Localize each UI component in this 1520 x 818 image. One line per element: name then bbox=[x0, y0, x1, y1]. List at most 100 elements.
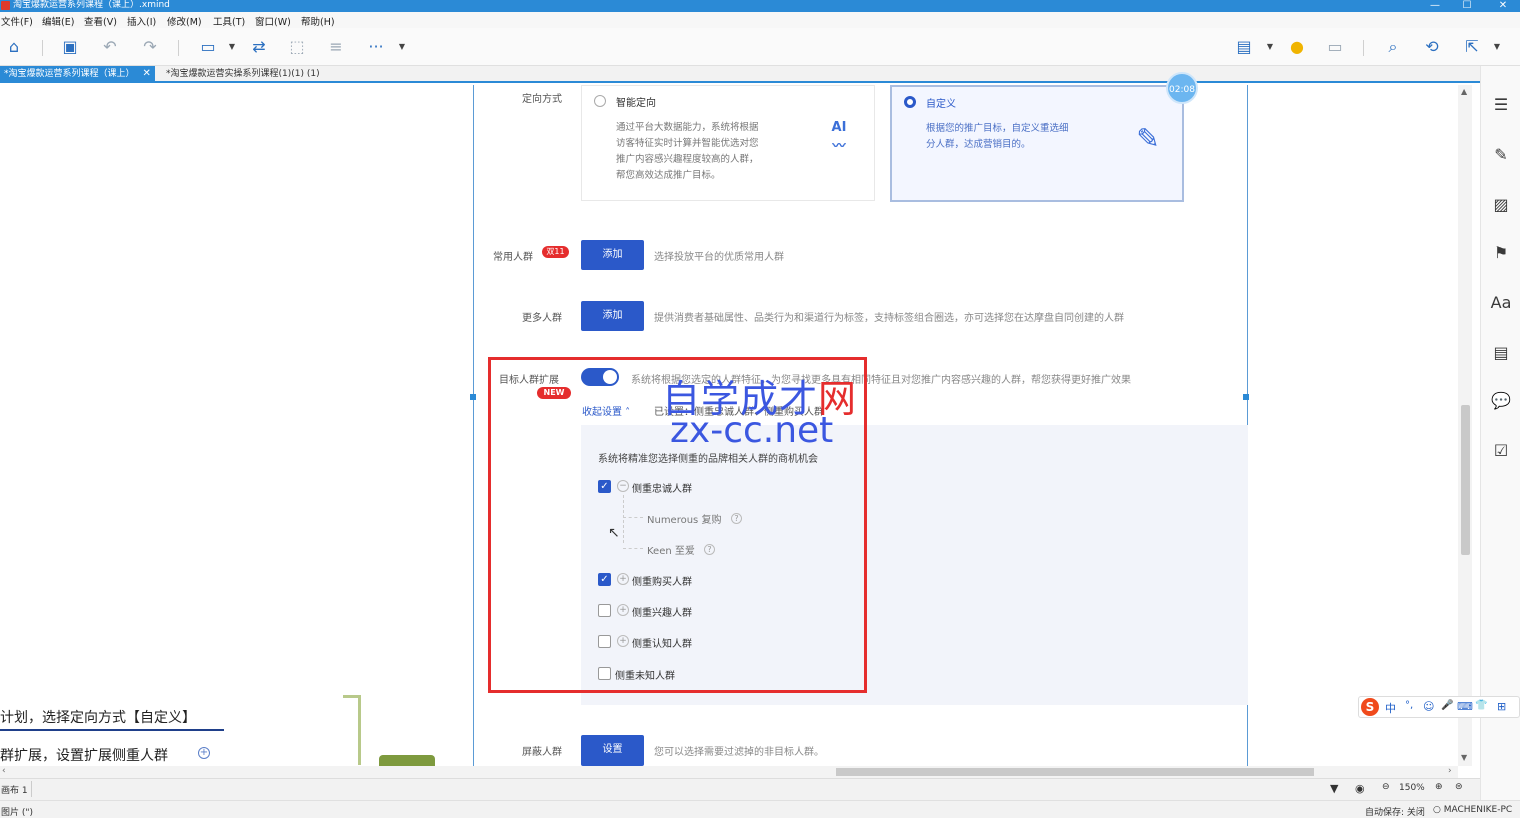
home-icon[interactable]: ⌂ bbox=[4, 37, 24, 57]
menu-modify[interactable]: 修改(M) bbox=[167, 14, 202, 28]
topic-crowd-expansion[interactable]: 群扩展，设置扩展侧重人群 bbox=[0, 745, 168, 765]
ime-skin-icon[interactable]: 👕 bbox=[1475, 700, 1487, 711]
chevron-down-icon[interactable]: ▼ bbox=[398, 40, 406, 54]
custom-targeting-radio[interactable] bbox=[904, 96, 916, 108]
custom-targeting-title: 自定义 bbox=[926, 99, 956, 110]
maximize-button[interactable]: ☐ bbox=[1452, 0, 1482, 12]
window-title: 淘宝爆款运营系列课程（课上）.xmind bbox=[13, 0, 170, 10]
custom-targeting-card[interactable]: 自定义 根据您的推广目标，自定义重选细 分人群，达成营销目的。 ✎ bbox=[890, 85, 1184, 202]
vertical-scrollbar[interactable]: ▲ ▼ bbox=[1458, 85, 1472, 766]
ime-keyboard-icon[interactable]: ⌨ bbox=[1457, 700, 1473, 713]
boundary-icon[interactable]: ⬚ bbox=[287, 37, 307, 57]
zoom-level[interactable]: 150% bbox=[1399, 783, 1425, 793]
task-icon[interactable]: ☑ bbox=[1490, 440, 1512, 462]
horizontal-scrollbar[interactable]: ‹ › bbox=[0, 766, 1458, 778]
exclude-crowd-label: 屏蔽人群 bbox=[522, 747, 562, 758]
more-crowd-hint: 提供消费者基础属性、品类行为和渠道行为标签，支持标签组合圈选，亦可选择您在达摩盘… bbox=[654, 313, 1124, 324]
toolbar: ⌂ ▣ ↶ ↷ ▭ ▼ ⇄ ⬚ ≡ ··· ▼ ▤ ▼ ● ▭ ⌕ ⟲ ⇱ ▼ bbox=[0, 28, 1520, 66]
marker-icon[interactable]: ⚑ bbox=[1490, 242, 1512, 264]
smart-targeting-desc: 通过平台大数据能力，系统将根据 访客特征实时计算并智能优选对您 推广内容感兴趣程… bbox=[616, 122, 759, 181]
ime-emoji-icon[interactable]: ☺ bbox=[1423, 700, 1434, 713]
app-logo-icon bbox=[1, 1, 10, 10]
add-more-crowd-button[interactable]: 添加 bbox=[581, 301, 644, 331]
more-icon[interactable]: ··· bbox=[366, 37, 386, 57]
image-icon[interactable]: ▨ bbox=[1490, 194, 1512, 216]
idea-icon[interactable]: ● bbox=[1287, 37, 1307, 57]
sogou-logo-icon[interactable]: S bbox=[1361, 698, 1379, 716]
zoom-in-icon[interactable]: ⊕ bbox=[1435, 782, 1443, 792]
bottom-status-bar: 图片 (") 自动保存: 关闭 ○ MACHENIKE-PC bbox=[0, 800, 1520, 818]
ime-punctuation-icon[interactable]: °, bbox=[1405, 700, 1413, 711]
topic-node-green[interactable] bbox=[379, 755, 435, 766]
topic-icon[interactable]: ▭ bbox=[198, 37, 218, 57]
menu-insert[interactable]: 插入(I) bbox=[127, 14, 156, 28]
save-icon[interactable]: ▣ bbox=[60, 37, 80, 57]
tab-course-practice[interactable]: *淘宝爆款运营实操系列课程(1)(1) (1) bbox=[162, 66, 324, 82]
sheet-tab[interactable]: 画布 1 bbox=[1, 783, 28, 796]
smart-targeting-radio[interactable] bbox=[594, 95, 606, 107]
menu-help[interactable]: 帮助(H) bbox=[301, 14, 335, 28]
search-icon[interactable]: ⌕ bbox=[1383, 37, 1403, 57]
chevron-down-icon[interactable]: ▼ bbox=[1493, 40, 1501, 54]
title-bar: 淘宝爆款运营系列课程（课上）.xmind — ☐ ✕ bbox=[0, 0, 1520, 12]
ai-hand-icon: AI 〰 bbox=[831, 120, 847, 154]
undo-icon[interactable]: ↶ bbox=[100, 37, 120, 57]
menu-file[interactable]: 文件(F) bbox=[1, 14, 33, 28]
zoom-out-icon[interactable]: ⊖ bbox=[1382, 782, 1390, 792]
status-divider bbox=[31, 781, 32, 797]
outline-icon[interactable]: ☰ bbox=[1490, 94, 1512, 116]
menu-edit[interactable]: 编辑(E) bbox=[42, 14, 74, 28]
targeting-label: 定向方式 bbox=[522, 94, 562, 105]
status-bar: 画布 1 ▼ ◉ ⊖ 150% ⊕ ⊜ bbox=[0, 778, 1480, 800]
notes-icon[interactable]: ▤ bbox=[1490, 342, 1512, 364]
fit-icon[interactable]: ⊜ bbox=[1455, 782, 1463, 792]
tab-course-main[interactable]: *淘宝爆款运营系列课程（课上） ✕ bbox=[0, 66, 155, 82]
resize-handle-right[interactable] bbox=[1243, 394, 1249, 400]
export-icon[interactable]: ⇱ bbox=[1462, 37, 1482, 57]
minimize-button[interactable]: — bbox=[1420, 0, 1450, 12]
expand-topic-icon[interactable]: + bbox=[198, 747, 210, 759]
resize-handle-left[interactable] bbox=[470, 394, 476, 400]
topic-targeting-method[interactable]: 计划，选择定向方式【自定义】 bbox=[0, 707, 196, 727]
menu-bar: 文件(F) 编辑(E) 查看(V) 插入(I) 修改(M) 工具(T) 窗口(W… bbox=[0, 12, 1520, 28]
scroll-down-icon[interactable]: ▼ bbox=[1461, 753, 1467, 762]
scroll-left-icon[interactable]: ‹ bbox=[2, 766, 6, 776]
redo-icon[interactable]: ↷ bbox=[140, 37, 160, 57]
format-icon[interactable]: ✎ bbox=[1490, 144, 1512, 166]
chevron-down-icon[interactable]: ▼ bbox=[1266, 40, 1274, 54]
ime-toolbar: S 中 °, ☺ 🎤 ⌨ 👕 ⊞ bbox=[1358, 696, 1520, 718]
menu-tools[interactable]: 工具(T) bbox=[213, 14, 245, 28]
smart-targeting-title: 智能定向 bbox=[616, 98, 656, 109]
more-crowd-label: 更多人群 bbox=[522, 313, 562, 324]
summary-icon[interactable]: ≡ bbox=[326, 37, 346, 57]
close-window-button[interactable]: ✕ bbox=[1488, 0, 1518, 12]
exclude-crowd-hint: 您可以选择需要过滤掉的非目标人群。 bbox=[654, 747, 824, 758]
set-exclude-crowd-button[interactable]: 设置 bbox=[581, 735, 644, 766]
boundary-bracket bbox=[343, 695, 361, 765]
ime-voice-icon[interactable]: 🎤 bbox=[1441, 700, 1453, 711]
layout-icon[interactable]: ▭ bbox=[1325, 37, 1345, 57]
scroll-up-icon[interactable]: ▲ bbox=[1461, 87, 1467, 96]
menu-window[interactable]: 窗口(W) bbox=[255, 14, 291, 28]
horizontal-scroll-thumb[interactable] bbox=[836, 768, 1314, 776]
comment-icon[interactable]: 💬 bbox=[1490, 390, 1512, 412]
autosave-status[interactable]: 自动保存: 关闭 bbox=[1365, 805, 1425, 818]
style-icon[interactable]: Aa bbox=[1490, 292, 1512, 314]
topic-underline bbox=[0, 729, 224, 731]
chevron-down-icon[interactable]: ▼ bbox=[228, 40, 236, 54]
timer-badge: 02:08 bbox=[1166, 72, 1198, 104]
smart-targeting-card[interactable]: 智能定向 通过平台大数据能力，系统将根据 访客特征实时计算并智能优选对您 推广内… bbox=[581, 85, 875, 201]
menu-view[interactable]: 查看(V) bbox=[84, 14, 117, 28]
ime-menu-icon[interactable]: ⊞ bbox=[1497, 700, 1506, 713]
presentation-icon[interactable]: ▤ bbox=[1234, 37, 1254, 57]
toolbar-divider bbox=[1363, 40, 1364, 56]
share-icon[interactable]: ⟲ bbox=[1422, 37, 1442, 57]
close-icon[interactable]: ✕ bbox=[143, 68, 151, 79]
eye-icon[interactable]: ◉ bbox=[1355, 782, 1365, 795]
relationship-icon[interactable]: ⇄ bbox=[249, 37, 269, 57]
scroll-right-icon[interactable]: › bbox=[1448, 766, 1452, 776]
ime-mode[interactable]: 中 bbox=[1385, 700, 1396, 716]
vertical-scroll-thumb[interactable] bbox=[1461, 405, 1470, 555]
add-common-crowd-button[interactable]: 添加 bbox=[581, 240, 644, 270]
filter-icon[interactable]: ▼ bbox=[1330, 782, 1338, 795]
